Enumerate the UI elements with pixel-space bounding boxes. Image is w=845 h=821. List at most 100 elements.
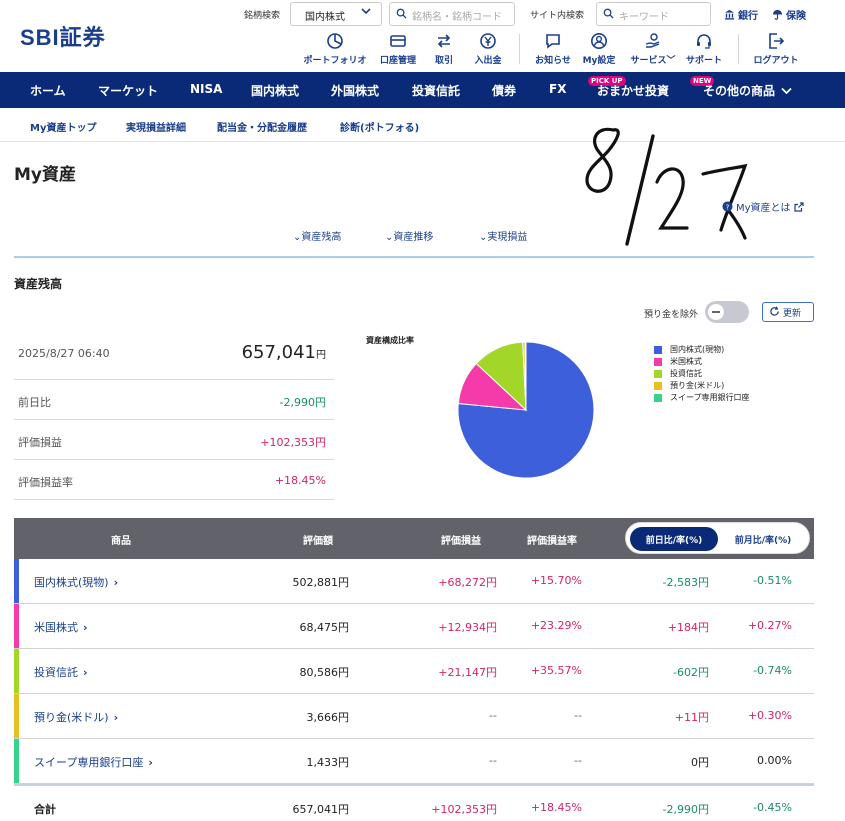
bank-icon — [724, 9, 735, 20]
column-header-value: 評価額 — [303, 536, 333, 547]
legend-swatch — [654, 346, 662, 354]
tool-support-label: サポート — [685, 56, 722, 66]
symbol-search-input[interactable]: 銘柄名・銘柄コード — [389, 2, 515, 26]
cell-pl-rate: -- — [574, 709, 582, 722]
chevron-right-icon: › — [148, 756, 153, 769]
sbi-logo[interactable]: SBI証券 — [20, 20, 106, 52]
table-total-row: 合計 657,041円 +102,353円 +18.45% -2,990円 -0… — [14, 784, 814, 821]
subnav-dividend-history[interactable]: 配当金・分配金履歴 — [217, 119, 307, 134]
chevron-right-icon: › — [113, 576, 119, 589]
tool-support[interactable]: サポート — [668, 32, 740, 66]
nav-bonds[interactable]: 債券 — [492, 82, 516, 99]
market-select[interactable]: 国内株式 — [290, 2, 382, 26]
balance-summary: 2025/8/27 06:40 657,041円 前日比 -2,990円 評価損… — [14, 335, 334, 500]
card-icon — [390, 35, 406, 47]
search-icon — [396, 8, 407, 19]
subnav-diagnosis[interactable]: 診断(ポトフォる) — [340, 119, 419, 134]
tool-my-settings-label: My設定 — [582, 56, 616, 66]
summary-value: -2,990円 — [279, 396, 326, 409]
nav-other-products[interactable]: その他の商品 — [703, 82, 792, 99]
legend-item: スイープ専用銀行口座 — [654, 392, 750, 404]
legend-item: 米国株式 — [654, 356, 750, 368]
period-monthly-button[interactable]: 前月比/率(%) — [719, 527, 807, 551]
top-header: SBI証券 銘柄検索 国内株式 銘柄名・銘柄コード サイト内検索 キーワード 銀… — [0, 0, 845, 72]
subnav-realized-pl[interactable]: 実現損益詳細 — [126, 119, 186, 134]
cell-value: 80,586円 — [299, 666, 350, 679]
cell-value: 3,666円 — [306, 711, 350, 724]
holdings-table: 商品 評価額 評価損益 評価損益率 前日比/率(%) 前月比/率(%) 国内株式… — [14, 518, 814, 821]
chevron-right-icon: › — [83, 666, 88, 679]
chart-legend: 国内株式(現物) 米国株式 投資信託 預り金(米ドル) スイープ専用銀行口座 — [654, 344, 750, 404]
refresh-icon — [770, 306, 779, 316]
chevron-down-icon — [361, 8, 371, 15]
category-name: 預り金(米ドル) — [34, 711, 109, 724]
cell-value: 502,881円 — [292, 576, 350, 589]
table-row: 米国株式 › 68,475円 +12,934円 +23.29% +184円 +0.27% — [14, 604, 814, 649]
anchor-realized[interactable]: ⌄実現損益 — [479, 228, 527, 243]
category-link[interactable]: 米国株式 › — [34, 619, 88, 635]
svg-text:?: ? — [726, 202, 730, 211]
category-link[interactable]: 預り金(米ドル) › — [34, 709, 118, 725]
message-icon — [546, 34, 560, 49]
nav-fx[interactable]: FX — [549, 82, 566, 96]
nav-nisa[interactable]: NISA — [190, 82, 222, 96]
tool-deposit[interactable]: 入出金 — [452, 32, 524, 66]
nav-domestic-stocks[interactable]: 国内株式 — [251, 82, 299, 99]
tool-portfolio[interactable]: ポートフォリオ — [299, 32, 371, 66]
anchor-history[interactable]: ⌄資産推移 — [385, 228, 433, 243]
legend-swatch — [654, 358, 662, 366]
category-color-bar — [14, 604, 19, 648]
nav-home[interactable]: ホーム — [30, 82, 66, 99]
search-icon — [603, 8, 614, 19]
legend-swatch — [654, 394, 662, 402]
main-nav: ホーム マーケット NISA 国内株式 外国株式 投資信託 債券 FX PICK… — [0, 72, 845, 108]
site-search-input[interactable]: キーワード — [596, 2, 711, 26]
question-circle-icon: ? — [722, 201, 733, 212]
cell-pl: +12,934円 — [438, 621, 497, 634]
category-name: 国内株式(現物) — [34, 576, 109, 589]
refresh-button[interactable]: 更新 — [762, 302, 814, 322]
subnav-my-assets-top[interactable]: My資産トップ — [30, 119, 96, 134]
nav-mutual-funds[interactable]: 投資信託 — [412, 82, 460, 99]
legend-label: スイープ専用銀行口座 — [670, 393, 750, 402]
total-change: -2,990円 — [662, 803, 709, 816]
insurance-link[interactable]: 保険 — [772, 7, 806, 22]
asset-pie-chart — [457, 341, 595, 479]
summary-value: +102,353円 — [260, 436, 326, 449]
external-link-icon — [793, 201, 804, 212]
umbrella-icon — [772, 9, 783, 20]
chevron-right-icon: › — [83, 621, 88, 634]
period-daily-button[interactable]: 前日比/率(%) — [630, 527, 718, 551]
summary-row: 評価損益 +102,353円 — [14, 420, 334, 460]
cell-change: +184円 — [667, 621, 709, 634]
anchor-balance[interactable]: ⌄資産残高 — [293, 228, 341, 243]
cell-change-rate: +0.27% — [747, 619, 792, 632]
legend-item: 国内株式(現物) — [654, 344, 750, 356]
total-value: 657,041円 — [292, 803, 350, 816]
legend-label: 米国株式 — [670, 357, 702, 366]
table-header: 商品 評価額 評価損益 評価損益率 前日比/率(%) 前月比/率(%) — [14, 518, 814, 559]
category-color-bar — [14, 649, 19, 693]
nav-robo-advisor[interactable]: おまかせ投資 — [597, 82, 669, 99]
toolbar-divider — [738, 34, 739, 64]
pie-chart-icon — [327, 33, 343, 49]
nav-market[interactable]: マーケット — [98, 82, 158, 99]
legend-item: 投資信託 — [654, 368, 750, 380]
total-change-rate: -0.45% — [753, 801, 792, 814]
bank-link[interactable]: 銀行 — [724, 7, 758, 22]
exclude-deposit-toggle[interactable] — [705, 301, 749, 323]
summary-label: 評価損益率 — [18, 476, 73, 489]
balance-total-unit: 円 — [316, 350, 326, 361]
tool-logout-label: ログアウト — [753, 56, 799, 66]
cell-pl: +21,147円 — [438, 666, 497, 679]
cell-change-rate: +0.30% — [747, 709, 792, 722]
chevron-down-icon — [781, 87, 792, 94]
nav-foreign-stocks[interactable]: 外国株式 — [331, 82, 379, 99]
category-link[interactable]: 国内株式(現物) › — [34, 574, 118, 590]
total-label: 合計 — [34, 803, 56, 816]
about-my-assets-link[interactable]: ? My資産とは — [722, 199, 804, 214]
category-link[interactable]: スイープ専用銀行口座 › — [34, 754, 153, 770]
site-search-label: サイト内検索 — [530, 11, 585, 21]
category-link[interactable]: 投資信託 › — [34, 664, 88, 680]
tool-logout[interactable]: ログアウト — [740, 32, 812, 66]
